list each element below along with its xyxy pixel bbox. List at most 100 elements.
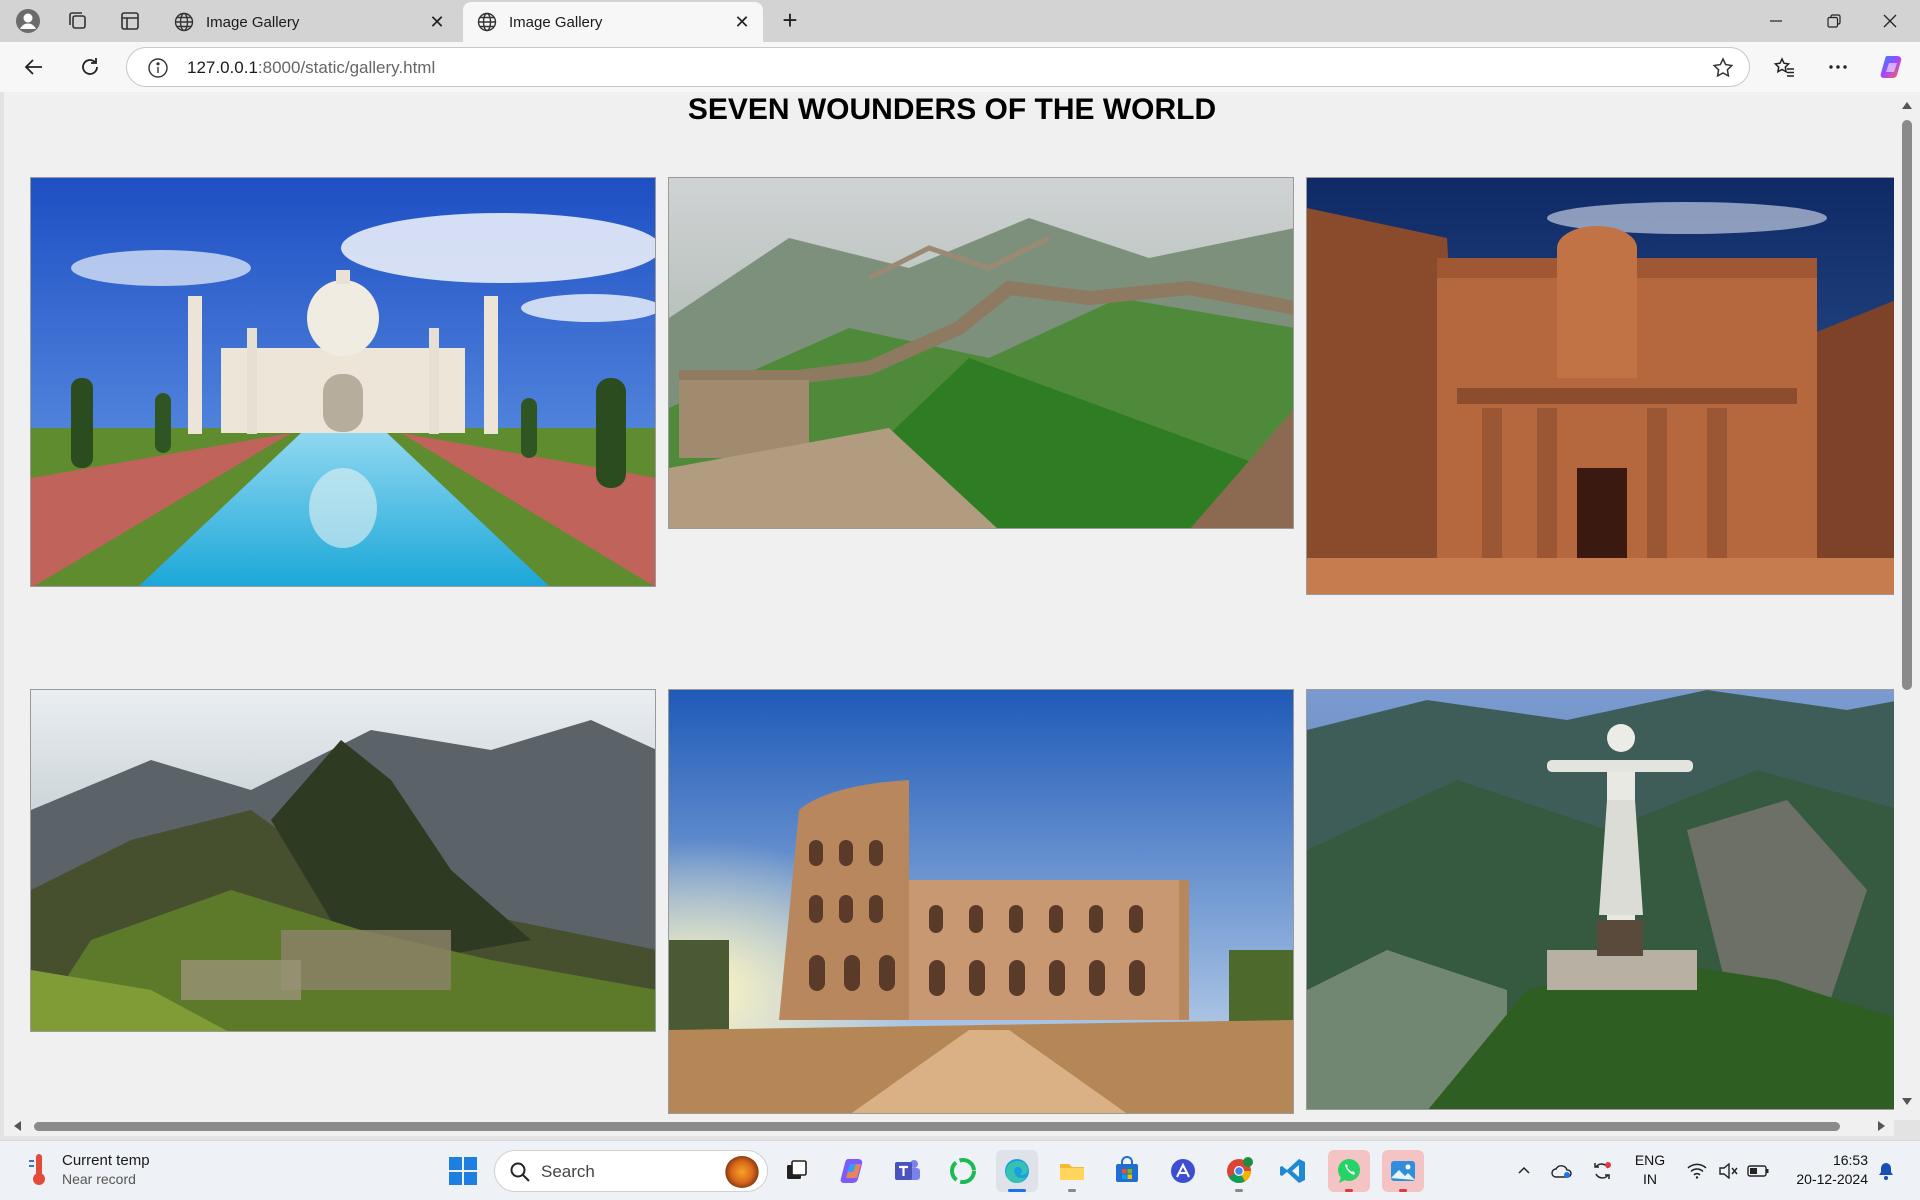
battery-tray[interactable] — [1744, 1141, 1772, 1200]
tab-title: Image Gallery — [509, 13, 603, 31]
sync-tray[interactable] — [1588, 1141, 1616, 1200]
folder-icon — [1060, 1164, 1084, 1180]
chrome-icon — [1227, 1157, 1253, 1184]
new-tab-button[interactable]: + — [774, 6, 806, 36]
vertical-tabs-icon[interactable] — [114, 6, 146, 36]
running-indicator — [1235, 1189, 1243, 1192]
system-clock[interactable]: 16:53 20-12-2024 — [1778, 1151, 1868, 1189]
browser-toolbar: 127.0.0.1:8000/static/gallery.html — [0, 42, 1920, 92]
file-explorer-button[interactable] — [1051, 1150, 1093, 1192]
show-hidden-icons[interactable] — [1512, 1141, 1536, 1200]
running-indicator — [1068, 1189, 1076, 1192]
address-bar[interactable]: 127.0.0.1:8000/static/gallery.html — [126, 47, 1750, 87]
start-button[interactable] — [442, 1150, 484, 1192]
language-indicator[interactable]: ENG IN — [1630, 1151, 1670, 1189]
edge-button[interactable] — [996, 1150, 1038, 1192]
taskbar: Current temp Near record Search ENG IN 1… — [0, 1140, 1920, 1200]
back-button[interactable] — [16, 50, 52, 84]
store-button[interactable] — [1106, 1150, 1148, 1192]
volume-tray[interactable] — [1714, 1141, 1742, 1200]
task-view-icon — [787, 1160, 807, 1179]
volume-muted-icon — [1719, 1163, 1738, 1179]
gallery-image-machu-picchu[interactable] — [30, 689, 656, 1032]
whatsapp-icon — [1338, 1159, 1360, 1183]
windows-logo-icon — [449, 1157, 477, 1185]
page-viewport: SEVEN WOUNDERS OF THE WORLD — [4, 92, 1900, 1120]
running-indicator — [1008, 1189, 1026, 1192]
copilot-icon — [840, 1159, 863, 1183]
page-title: SEVEN WOUNDERS OF THE WORLD — [687, 93, 1217, 126]
running-indicator — [1345, 1189, 1353, 1192]
weather-title: Current temp — [62, 1151, 150, 1169]
task-view-button[interactable] — [776, 1150, 818, 1192]
wifi-tray[interactable] — [1682, 1141, 1712, 1200]
edge-icon — [1005, 1159, 1029, 1183]
more-menu-icon[interactable] — [1820, 50, 1856, 84]
sync-app-button[interactable] — [942, 1150, 984, 1192]
refresh-button[interactable] — [72, 50, 108, 84]
site-info-icon[interactable] — [147, 57, 169, 79]
green-circle-app-icon — [950, 1158, 976, 1184]
close-window-button[interactable] — [1862, 0, 1918, 42]
language-code: ENG — [1634, 1152, 1666, 1168]
horizontal-scrollbar[interactable] — [4, 1116, 1894, 1136]
tab-image-gallery-1[interactable]: Image Gallery ✕ — [160, 2, 458, 42]
vscode-button[interactable] — [1272, 1150, 1314, 1192]
tab-image-gallery-2[interactable]: Image Gallery ✕ — [463, 2, 763, 42]
store-icon — [1116, 1156, 1138, 1182]
whatsapp-button[interactable] — [1328, 1150, 1370, 1192]
minimize-button[interactable] — [1748, 0, 1804, 42]
photos-icon — [1391, 1161, 1415, 1181]
weather-widget[interactable]: Current temp Near record — [26, 1151, 150, 1187]
copilot-icon[interactable] — [1874, 50, 1910, 84]
teams-button[interactable] — [886, 1150, 928, 1192]
horizontal-scroll-thumb[interactable] — [34, 1122, 1840, 1131]
wifi-icon — [1687, 1163, 1707, 1179]
search-placeholder: Search — [541, 1162, 595, 1181]
url-path: :8000/static/gallery.html — [257, 58, 436, 77]
url-text[interactable]: 127.0.0.1:8000/static/gallery.html — [187, 58, 435, 78]
bell-icon — [1879, 1163, 1893, 1180]
favorites-icon[interactable] — [1766, 50, 1802, 84]
sync-icon — [1594, 1162, 1611, 1179]
gallery-image-christ-the-redeemer[interactable] — [1306, 689, 1900, 1110]
chrome-button[interactable] — [1218, 1150, 1260, 1192]
language-region: IN — [1643, 1171, 1657, 1187]
gallery-image-colosseum[interactable] — [668, 689, 1294, 1114]
clock-time: 16:53 — [1832, 1152, 1868, 1168]
close-tab-icon[interactable]: ✕ — [424, 12, 450, 33]
cloud-icon — [1551, 1165, 1572, 1178]
notifications-tray[interactable] — [1872, 1141, 1900, 1200]
gallery-image-petra[interactable] — [1306, 177, 1900, 595]
battery-icon — [1747, 1165, 1769, 1177]
globe-icon — [174, 12, 194, 32]
onedrive-tray[interactable] — [1548, 1141, 1576, 1200]
tab-strip: Image Gallery ✕ Image Gallery ✕ + — [0, 0, 1920, 42]
profile-icon[interactable] — [12, 6, 44, 36]
gallery-image-taj-mahal[interactable] — [30, 177, 656, 587]
vertical-scroll-thumb[interactable] — [1902, 120, 1912, 690]
taskbar-search[interactable]: Search — [494, 1150, 768, 1192]
teams-icon — [895, 1160, 920, 1180]
arc-app-button[interactable] — [1162, 1150, 1204, 1192]
copilot-taskbar-button[interactable] — [832, 1150, 874, 1192]
search-icon — [510, 1162, 530, 1182]
triangle-app-icon — [1171, 1159, 1195, 1183]
favorite-star-icon[interactable] — [1711, 56, 1735, 80]
globe-icon — [477, 12, 497, 32]
gallery-image-great-wall[interactable] — [668, 177, 1294, 529]
vscode-icon — [1280, 1159, 1305, 1183]
weather-subtitle: Near record — [62, 1170, 136, 1187]
workspaces-icon[interactable] — [62, 6, 94, 36]
photos-button[interactable] — [1382, 1150, 1424, 1192]
chevron-up-icon — [1518, 1166, 1530, 1174]
thermometer-icon — [29, 1154, 45, 1185]
restore-button[interactable] — [1806, 0, 1862, 42]
tab-title: Image Gallery — [206, 13, 300, 31]
url-host: 127.0.0.1 — [187, 58, 258, 77]
running-indicator — [1399, 1189, 1407, 1192]
search-highlight-icon — [725, 1156, 759, 1188]
clock-date: 20-12-2024 — [1796, 1171, 1868, 1187]
close-tab-icon[interactable]: ✕ — [729, 12, 755, 33]
vertical-scrollbar[interactable] — [1894, 92, 1920, 1120]
